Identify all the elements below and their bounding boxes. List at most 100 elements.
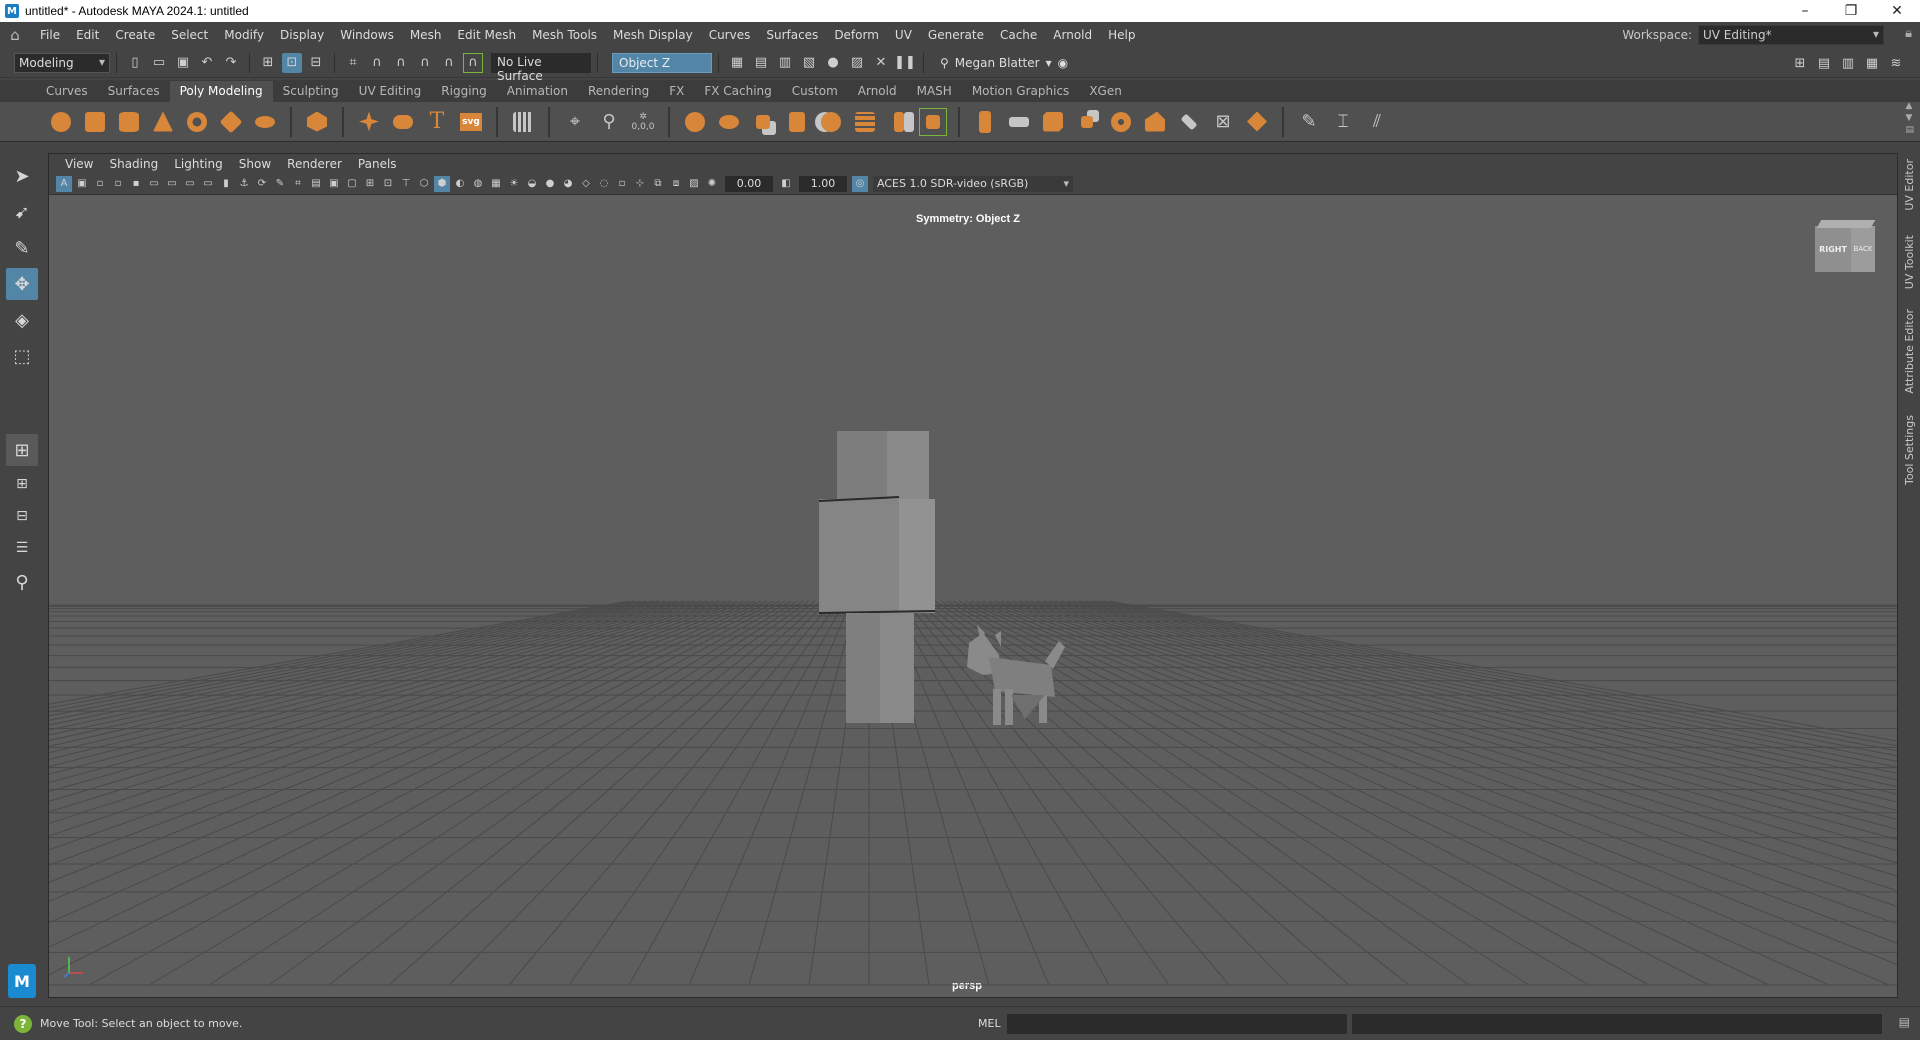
exposure-icon[interactable]: ✺ bbox=[704, 176, 720, 192]
view-cube[interactable]: RIGHT BACK bbox=[1815, 220, 1877, 272]
menu-help[interactable]: Help bbox=[1100, 28, 1143, 42]
render-current-icon[interactable]: ▤ bbox=[751, 53, 771, 73]
move-tool-icon[interactable]: ✥ bbox=[6, 268, 38, 300]
menu-select[interactable]: Select bbox=[163, 28, 216, 42]
camera-attributes-icon[interactable]: A bbox=[56, 175, 72, 192]
type-tool-icon[interactable]: T bbox=[423, 108, 451, 136]
extrude-icon[interactable] bbox=[971, 108, 999, 136]
save-scene-icon[interactable]: ▣ bbox=[173, 53, 193, 73]
rotate-tool-icon[interactable]: ◈ bbox=[6, 304, 38, 336]
make-hole-icon[interactable] bbox=[1141, 108, 1169, 136]
shelf-tab-mash[interactable]: MASH bbox=[906, 81, 962, 102]
search-icon[interactable]: ⚲ bbox=[6, 566, 38, 598]
redo-icon[interactable]: ↷ bbox=[221, 53, 241, 73]
menu-modify[interactable]: Modify bbox=[216, 28, 272, 42]
bridge-icon[interactable] bbox=[1005, 108, 1033, 136]
shelf-tab-rendering[interactable]: Rendering bbox=[577, 81, 660, 102]
menu-create[interactable]: Create bbox=[107, 28, 163, 42]
render-settings-icon[interactable]: ▧ bbox=[799, 53, 819, 73]
safe-title-icon[interactable]: ⚓ bbox=[236, 176, 252, 192]
safe-action-icon[interactable]: ▮ bbox=[218, 176, 234, 192]
xray-active-icon[interactable]: ⧉ bbox=[650, 176, 666, 192]
panel-menu-view[interactable]: View bbox=[57, 157, 101, 171]
use-all-lights-icon[interactable]: ☀ bbox=[506, 176, 522, 192]
view-cube-right-face[interactable]: RIGHT bbox=[1815, 226, 1851, 272]
panel-menu-lighting[interactable]: Lighting bbox=[166, 157, 231, 171]
shelf-tab-fx-caching[interactable]: FX Caching bbox=[694, 81, 782, 102]
ipr-render-icon[interactable]: ▥ bbox=[775, 53, 795, 73]
xray-joints-icon[interactable]: ⊹ bbox=[632, 176, 648, 192]
grease-pencil-icon[interactable]: ▪ bbox=[128, 176, 144, 192]
modeling-toolkit-icon[interactable]: ⊞ bbox=[1790, 53, 1810, 73]
delete-history-icon[interactable]: ⚲ bbox=[595, 108, 623, 136]
snap-view-plane-icon[interactable]: ∩ bbox=[415, 53, 435, 73]
platonic-solid-icon[interactable] bbox=[303, 108, 331, 136]
mirror-icon[interactable] bbox=[885, 108, 913, 136]
ambient-occlusion-icon[interactable]: ● bbox=[542, 176, 558, 192]
super-shape-icon[interactable] bbox=[355, 108, 383, 136]
resolution-gate-icon[interactable]: ▭ bbox=[164, 176, 180, 192]
shelf-tab-poly-modeling[interactable]: Poly Modeling bbox=[169, 81, 273, 102]
shelf-tab-arnold[interactable]: Arnold bbox=[847, 81, 907, 102]
gamma-field[interactable]: 1.00 bbox=[799, 175, 847, 192]
gate-mask-icon[interactable]: ▭ bbox=[182, 176, 198, 192]
symmetry-field[interactable]: Object Z bbox=[612, 52, 712, 73]
xray-icon[interactable]: ◍ bbox=[470, 176, 486, 192]
menu-windows[interactable]: Windows bbox=[332, 28, 402, 42]
mel-label[interactable]: MEL bbox=[978, 1017, 1001, 1030]
select-hierarchy-icon[interactable]: ⊞ bbox=[258, 53, 278, 73]
menu-mesh-tools[interactable]: Mesh Tools bbox=[524, 28, 605, 42]
script-editor-icon[interactable]: ▤ bbox=[1899, 1015, 1910, 1029]
scale-tool-icon[interactable]: ⬚ bbox=[6, 340, 38, 372]
panel-menu-panels[interactable]: Panels bbox=[350, 157, 405, 171]
menu-generate[interactable]: Generate bbox=[920, 28, 992, 42]
single-perspective-layout-icon[interactable]: ⊞ bbox=[6, 434, 38, 466]
panel-menu-renderer[interactable]: Renderer bbox=[279, 157, 350, 171]
view-transform-dropdown[interactable]: ACES 1.0 SDR-video (sRGB) bbox=[873, 175, 1073, 192]
combine-icon[interactable] bbox=[681, 108, 709, 136]
panel-menu-show[interactable]: Show bbox=[231, 157, 279, 171]
panel-menu-shading[interactable]: Shading bbox=[101, 157, 166, 171]
poly-disc-icon[interactable] bbox=[251, 108, 279, 136]
freeze-transform-icon[interactable]: ✲ 0,0,0 bbox=[629, 108, 657, 136]
shelf-tab-sculpting[interactable]: Sculpting bbox=[272, 81, 349, 102]
multi-cut-icon[interactable]: ✎ bbox=[1295, 108, 1323, 136]
gate-mask-toggle-icon[interactable]: ▢ bbox=[344, 176, 360, 192]
safe-action-toggle-icon[interactable]: ⊡ bbox=[380, 176, 396, 192]
safe-title-toggle-icon[interactable]: ⊤ bbox=[398, 176, 414, 192]
uv-toolkit-tab[interactable]: UV Toolkit bbox=[1903, 235, 1916, 289]
select-tool-icon[interactable]: ➤ bbox=[6, 160, 38, 192]
four-view-layout-icon[interactable]: ⊞ bbox=[6, 470, 38, 498]
smooth-shade-icon[interactable]: ⬢ bbox=[434, 175, 450, 192]
menu-edit-mesh[interactable]: Edit Mesh bbox=[449, 28, 524, 42]
menu-set-dropdown[interactable]: Modeling bbox=[14, 52, 110, 73]
open-scene-icon[interactable]: ▭ bbox=[149, 53, 169, 73]
home-icon[interactable]: ⌂ bbox=[6, 26, 24, 44]
smooth-icon[interactable] bbox=[851, 108, 879, 136]
image-plane-icon[interactable]: ▣ bbox=[74, 176, 90, 192]
backface-culling-icon[interactable]: ⧈ bbox=[668, 176, 684, 192]
bevel-icon[interactable] bbox=[1039, 108, 1067, 136]
shelf-tab-custom[interactable]: Custom bbox=[781, 81, 848, 102]
paint-select-tool-icon[interactable]: ✎ bbox=[6, 232, 38, 264]
shelf-tab-rigging[interactable]: Rigging bbox=[431, 81, 497, 102]
menu-cache[interactable]: Cache bbox=[992, 28, 1045, 42]
command-line-input[interactable] bbox=[1007, 1014, 1347, 1034]
append-polygon-icon[interactable] bbox=[1073, 108, 1101, 136]
bookmark-icon[interactable]: ▫ bbox=[92, 176, 108, 192]
uv-editor-tab[interactable]: UV Editor bbox=[1903, 159, 1916, 211]
wireframe-on-shaded-icon[interactable]: ◐ bbox=[452, 176, 468, 192]
field-chart-toggle-icon[interactable]: ⊞ bbox=[362, 176, 378, 192]
menu-mesh[interactable]: Mesh bbox=[402, 28, 450, 42]
offset-edge-loop-icon[interactable]: ⫽ bbox=[1363, 108, 1391, 136]
snap-curve-icon[interactable]: ∩ bbox=[367, 53, 387, 73]
svg-tool-icon[interactable]: svg bbox=[457, 108, 485, 136]
select-component-icon[interactable]: ⊟ bbox=[306, 53, 326, 73]
shelf-tab-xgen[interactable]: XGen bbox=[1079, 81, 1132, 102]
user-account[interactable]: ⚲ Megan Blatter ▾ ◉ bbox=[940, 56, 1068, 70]
pencil-icon[interactable]: ✎ bbox=[272, 176, 288, 192]
workspace-dropdown[interactable]: UV Editing* bbox=[1698, 25, 1884, 45]
film-gate-toggle-icon[interactable]: ▤ bbox=[308, 176, 324, 192]
color-management-icon[interactable]: ◎ bbox=[852, 175, 868, 192]
gamma-icon[interactable]: ◧ bbox=[778, 176, 794, 192]
